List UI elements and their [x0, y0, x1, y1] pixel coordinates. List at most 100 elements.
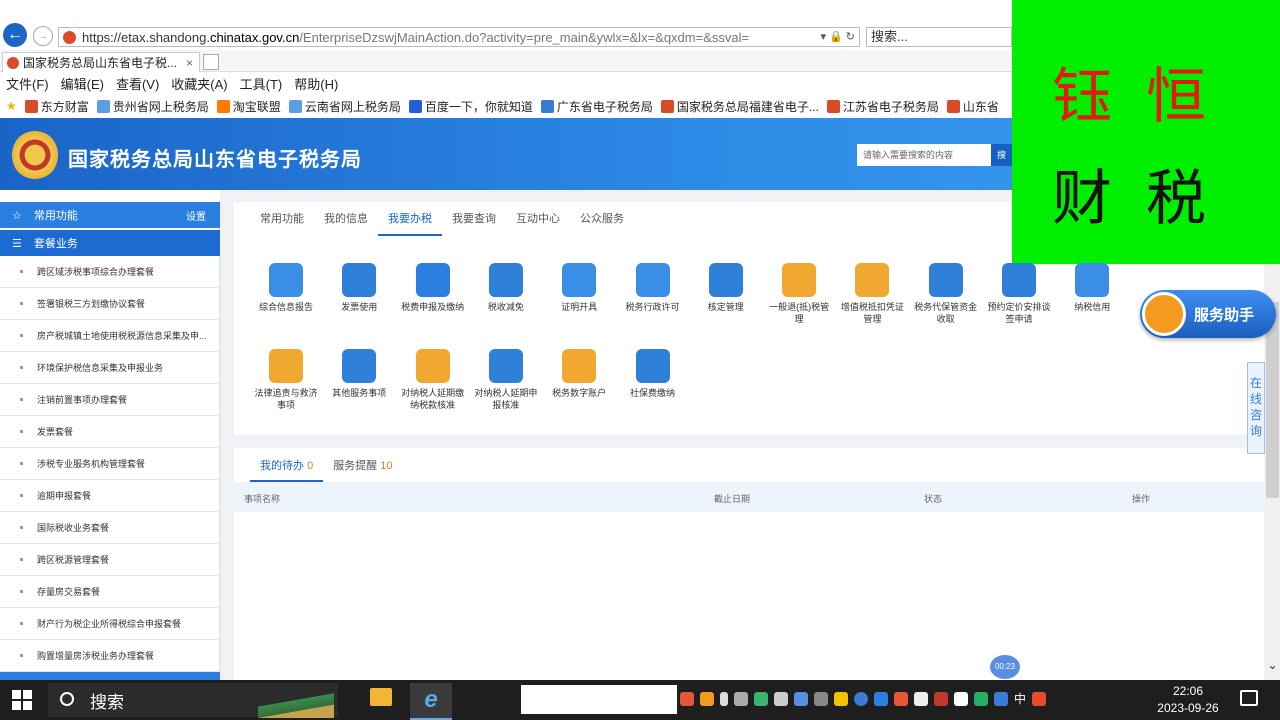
favorite-link[interactable]: 百度一下，你就知道 — [408, 98, 533, 115]
tray-app-icon[interactable] — [754, 691, 768, 706]
back-button[interactable]: ← — [3, 23, 27, 47]
sidebar-item[interactable]: 购置增量房涉税业务办理套餐 — [0, 640, 220, 672]
taskbar-text-input[interactable] — [521, 685, 677, 714]
sidebar-item[interactable]: 跨区域涉税事项综合办理套餐 — [0, 256, 220, 288]
menu-help[interactable]: 帮助(H) — [294, 74, 338, 93]
ime-indicator[interactable]: 中 — [1014, 690, 1026, 707]
sidebar-item[interactable]: 房产税城镇土地使用税税源信息采集及申... — [0, 320, 220, 352]
service-item[interactable]: 增值税抵扣凭证管理 — [840, 263, 904, 325]
favorite-link[interactable]: 云南省网上税务局 — [288, 98, 401, 115]
site-search-button[interactable]: 搜 — [991, 144, 1013, 166]
extend-hand-icon — [415, 349, 450, 383]
tab-close-icon[interactable]: × — [186, 56, 193, 70]
refresh-icon[interactable]: ▾ 🔒 ↻ — [820, 30, 855, 43]
tray-app-icon[interactable] — [934, 691, 948, 706]
tray-app-icon[interactable] — [854, 691, 868, 706]
service-label: 社保费缴纳 — [629, 388, 675, 398]
file-explorer-icon[interactable] — [370, 688, 392, 706]
lock-icon[interactable] — [834, 691, 848, 706]
tray-app-icon[interactable] — [680, 691, 694, 706]
sidebar-item[interactable]: 财产行为税企业所得税综合申报套餐 — [0, 608, 220, 640]
security-icon[interactable] — [974, 691, 988, 706]
service-item[interactable]: 税收减免 — [474, 263, 538, 313]
bluetooth-icon[interactable] — [874, 691, 888, 706]
service-item[interactable]: 其他服务事项 — [327, 349, 391, 399]
service-item[interactable]: 综合信息报告 — [254, 263, 318, 313]
sidebar-item[interactable]: 签署银税三方划缴协议套餐 — [0, 288, 220, 320]
sidebar-item[interactable]: 环境保护税信息采集及申报业务 — [0, 352, 220, 384]
tab-my-todo[interactable]: 我的待办 0 — [250, 458, 324, 482]
tray-app-icon[interactable] — [1032, 691, 1047, 706]
favorite-link[interactable]: 山东省 — [946, 98, 999, 115]
windows-start-icon[interactable] — [12, 690, 32, 710]
notification-icon[interactable] — [1240, 690, 1258, 706]
tab-handle-tax[interactable]: 我要办税 — [378, 210, 442, 236]
volume-icon[interactable] — [734, 691, 748, 706]
sidebar-item[interactable]: 逾期申报套餐 — [0, 480, 220, 512]
tab-public-service[interactable]: 公众服务 — [570, 210, 634, 236]
tray-app-icon[interactable] — [794, 691, 808, 706]
sidebar-item[interactable]: 涉税专业服务机构管理套餐 — [0, 448, 220, 480]
menu-view[interactable]: 查看(V) — [116, 74, 159, 93]
service-item[interactable]: 发票使用 — [327, 263, 391, 313]
favorite-link[interactable]: 国家税务总局福建省电子... — [660, 98, 819, 115]
sidebar-settings-link[interactable]: 设置 — [186, 208, 206, 223]
service-item[interactable]: 核定管理 — [694, 263, 758, 313]
tray-app-icon[interactable] — [700, 691, 714, 706]
favorite-link[interactable]: 贵州省网上税务局 — [96, 98, 209, 115]
tray-usb-icon[interactable] — [720, 691, 728, 706]
forward-button[interactable]: → — [33, 26, 53, 46]
browser-search-input[interactable]: 搜索... — [866, 27, 1012, 47]
sidebar-item[interactable]: 国际税收业务套餐 — [0, 512, 220, 544]
favorite-link[interactable]: 东方财富 — [24, 98, 89, 115]
service-item[interactable]: 证明开具 — [547, 263, 611, 313]
tab-service-reminder[interactable]: 服务提醒 10 — [323, 458, 402, 482]
service-item[interactable]: 税务行政许可 — [621, 263, 685, 313]
tray-app-icon[interactable] — [894, 691, 908, 706]
service-item[interactable]: 法律追责与救济事项 — [254, 349, 318, 411]
service-item[interactable]: 纳税信用 — [1060, 263, 1124, 313]
service-item[interactable]: 对纳税人延期申报核准 — [474, 349, 538, 411]
site-search-input[interactable]: 请输入需要搜索的内容 — [857, 144, 991, 166]
sidebar-package-business[interactable]: ☰ 套餐业务 — [0, 230, 220, 256]
shield-icon[interactable] — [914, 691, 928, 706]
wifi-icon[interactable] — [814, 691, 828, 706]
online-consult-button[interactable]: 在线咨询 — [1247, 362, 1265, 454]
scroll-down-icon[interactable]: ⌄ — [1265, 658, 1280, 674]
battery-icon[interactable] — [774, 691, 788, 706]
service-item[interactable]: 税务代保管资金收取 — [914, 263, 978, 325]
tray-app-icon[interactable] — [954, 691, 968, 706]
url-input[interactable]: https://etax.shandong. chinatax.gov.cn/En… — [58, 27, 860, 47]
service-item[interactable]: 税费申报及缴纳 — [401, 263, 465, 313]
tab-interaction[interactable]: 互动中心 — [506, 210, 570, 236]
favorite-link[interactable]: 广东省电子税务局 — [540, 98, 653, 115]
service-item[interactable]: 一般退(抵)税管理 — [767, 263, 831, 325]
favorite-link[interactable]: 江苏省电子税务局 — [826, 98, 939, 115]
favorites-star-icon[interactable]: ★ — [6, 99, 17, 113]
service-item[interactable]: 预约定价安排谈签申请 — [987, 263, 1051, 325]
internet-explorer-icon[interactable]: e — [410, 683, 452, 720]
sidebar-item[interactable]: 发票套餐 — [0, 416, 220, 448]
sidebar-common-functions[interactable]: ☆ 常用功能 设置 — [0, 202, 220, 228]
browser-tab[interactable]: 国家税务总局山东省电子税... × — [2, 52, 200, 72]
tab-my-info[interactable]: 我的信息 — [314, 210, 378, 236]
menu-edit[interactable]: 编辑(E) — [61, 74, 104, 93]
tax-emblem-logo — [12, 130, 58, 180]
service-label: 纳税信用 — [1074, 302, 1111, 312]
menu-file[interactable]: 文件(F) — [6, 74, 49, 93]
taskbar-clock[interactable]: 22:06 2023-09-26 — [1140, 683, 1236, 717]
service-item[interactable]: 社保费缴纳 — [621, 349, 685, 399]
sidebar-item[interactable]: 跨区税源管理套餐 — [0, 544, 220, 576]
menu-favorites[interactable]: 收藏夹(A) — [171, 74, 227, 93]
tab-common-functions[interactable]: 常用功能 — [250, 210, 314, 236]
service-item[interactable]: 对纳税人延期缴纳税款核准 — [401, 349, 465, 411]
favorite-link[interactable]: 淘宝联盟 — [216, 98, 281, 115]
security-icon[interactable] — [994, 691, 1008, 706]
service-item[interactable]: 税务数字账户 — [547, 349, 611, 399]
sidebar-item[interactable]: 存量房交易套餐 — [0, 576, 220, 608]
menu-tools[interactable]: 工具(T) — [240, 74, 283, 93]
new-tab-button[interactable] — [203, 54, 219, 70]
timer-badge: 00:23 — [990, 655, 1020, 679]
tab-query[interactable]: 我要查询 — [442, 210, 506, 236]
sidebar-item[interactable]: 注销前置事项办理套餐 — [0, 384, 220, 416]
